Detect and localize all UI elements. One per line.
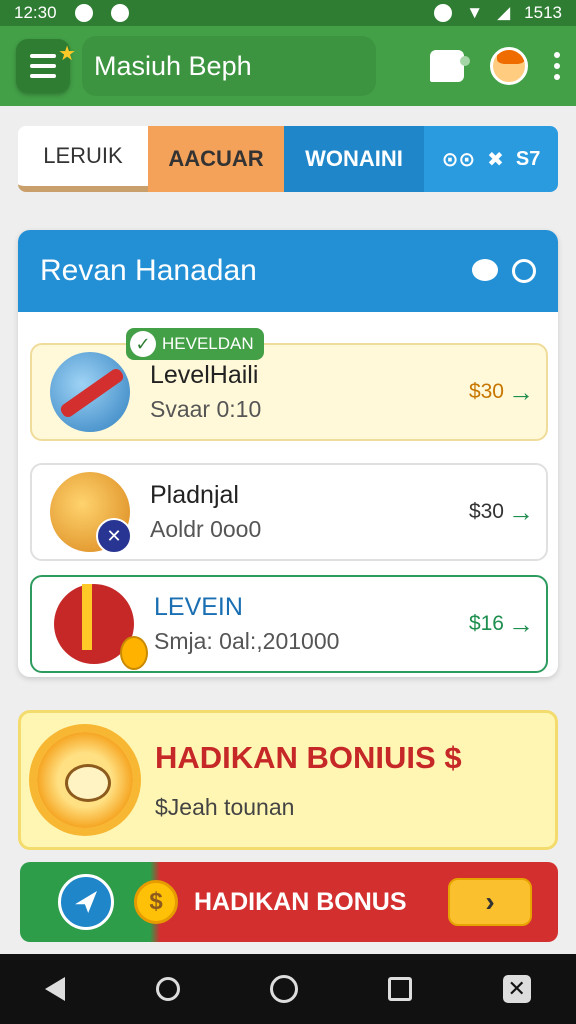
item-title: LevelHaili: [150, 361, 259, 389]
item-price[interactable]: $30 →: [469, 377, 534, 408]
tab-label: AACUAR: [168, 146, 264, 171]
app-bar: ★ Masiuh Beph: [0, 26, 576, 106]
chat-bubble-icon[interactable]: [472, 259, 498, 281]
paper-plane-icon: [58, 874, 114, 930]
price-value: $16: [468, 612, 504, 635]
avatar[interactable]: [490, 47, 528, 85]
hamburger-line: [30, 54, 56, 58]
list-item[interactable]: Pladnjal Aoldr 0oo0 $30 →: [30, 463, 548, 561]
tab-label: S7: [515, 147, 541, 170]
arrow-right-icon: →: [508, 496, 534, 527]
app-title-box[interactable]: Masiuh Beph: [82, 36, 376, 96]
tab-aacuar[interactable]: AACUAR: [148, 126, 284, 192]
item-title: Pladnjal: [150, 481, 239, 509]
hamburger-line: [30, 74, 56, 78]
item-price[interactable]: $16 →: [469, 609, 534, 640]
price-value: $30: [468, 380, 504, 403]
status-time: 12:30: [14, 3, 57, 22]
more-options-icon[interactable]: [554, 52, 560, 80]
notification-icon: [74, 4, 93, 22]
home-icon[interactable]: [269, 975, 298, 1003]
bonus-subtitle: $Jeah tounan: [155, 793, 295, 820]
bonus-bar-title: HADIKAN BONUS: [194, 887, 407, 916]
card-header: Revan Hanadan: [18, 230, 558, 312]
back-icon[interactable]: [45, 977, 66, 1001]
app-notification-icon: [110, 4, 129, 22]
card-title: Revan Hanadan: [40, 254, 257, 287]
coin-character-icon: [50, 472, 132, 554]
tab-extra[interactable]: ⊙⊙ ✖ S7: [424, 126, 558, 192]
status-badge: ✓ HEVELDAN: [126, 328, 264, 360]
favorite-icon[interactable]: [512, 259, 536, 283]
tools-icon: ✖: [487, 148, 504, 171]
tab-leruik[interactable]: LERUIK: [18, 126, 148, 192]
tab-label: LERUIK: [43, 143, 123, 168]
badge-label: HEVELDAN: [162, 334, 254, 353]
bonus-banner[interactable]: HADIKAN BONIUIS $ $Jeah tounan: [18, 710, 558, 850]
list-item[interactable]: LEVEIN Smja: 0al:,201000 $16 →: [30, 575, 548, 673]
sun-medal-icon: [37, 732, 133, 828]
gift-box-icon: [54, 584, 148, 670]
list-item[interactable]: LevelHaili Svaar 0:10 $30 →: [30, 343, 548, 441]
system-nav-bar: ✕: [0, 954, 576, 1024]
search-icon[interactable]: [155, 977, 180, 1001]
signal-icon: ◢: [497, 3, 511, 22]
status-bar: 12:30 ▼ ◢ 1513: [0, 0, 576, 26]
item-subtitle: Aoldr 0oo0: [150, 516, 262, 542]
chat-icon[interactable]: [430, 50, 470, 82]
item-title: LEVEIN: [154, 593, 243, 621]
price-value: $30: [468, 500, 504, 523]
recent-apps-icon[interactable]: [388, 977, 413, 1001]
alarm-icon: [434, 4, 453, 22]
battery-value: 1513: [524, 3, 562, 22]
coin-icon: $: [134, 880, 178, 924]
bonus-bar[interactable]: $ HADIKAN BONUS ›: [20, 862, 558, 942]
pencil-globe-icon: [50, 352, 130, 432]
tab-bar: LERUIK AACUAR WONAINI ⊙⊙ ✖ S7: [18, 126, 558, 192]
arrow-right-icon: →: [508, 608, 534, 639]
tab-wonaini[interactable]: WONAINI: [284, 126, 424, 192]
bonus-title: HADIKAN BONIUIS $: [155, 739, 462, 775]
arrow-right-icon: →: [508, 376, 534, 407]
item-subtitle: Smja: 0al:,201000: [154, 628, 340, 654]
tab-label: WONAINI: [305, 146, 403, 171]
wifi-icon: ▼: [466, 3, 484, 22]
check-icon: ✓: [130, 331, 156, 357]
star-icon: ★: [58, 43, 76, 65]
item-subtitle: Svaar 0:10: [150, 396, 262, 422]
menu-button[interactable]: ★: [16, 39, 76, 93]
item-price[interactable]: $30 →: [469, 497, 534, 528]
close-icon[interactable]: ✕: [502, 975, 531, 1003]
bonus-go-button[interactable]: ›: [448, 878, 532, 926]
app-title: Masiuh Beph: [94, 50, 252, 81]
hamburger-line: [30, 64, 56, 68]
glasses-icon: ⊙⊙: [441, 148, 476, 171]
rewards-card: Revan Hanadan ✓ HEVELDAN LevelHaili Svaa…: [18, 230, 558, 677]
